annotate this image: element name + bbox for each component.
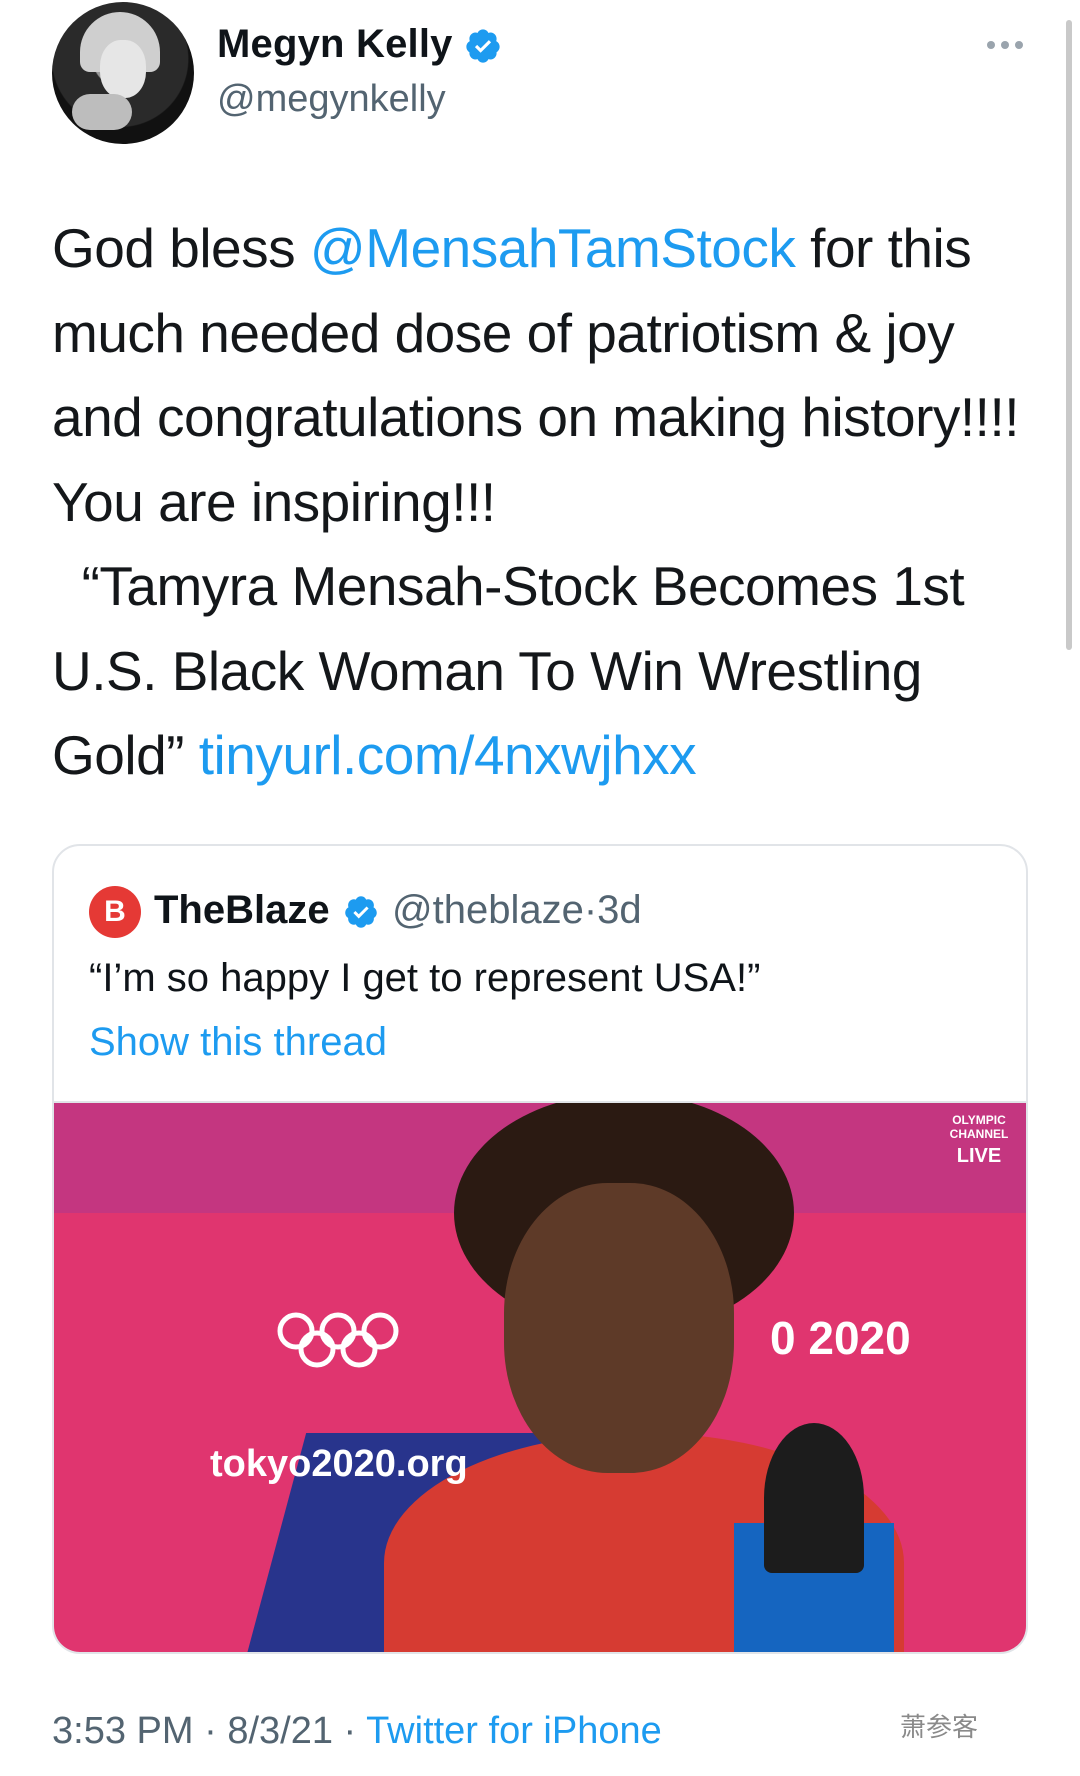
tweet-time[interactable]: 3:53 PM xyxy=(52,1710,194,1752)
olympic-rings-icon xyxy=(277,1312,399,1368)
tweet-text: God bless @MensahTamStock for this much … xyxy=(52,206,1032,798)
athlete-face xyxy=(504,1183,734,1473)
microphone-icon xyxy=(764,1423,864,1573)
scrollbar[interactable] xyxy=(1066,20,1072,650)
show-thread-link[interactable]: Show this thread xyxy=(89,1020,387,1065)
more-options-icon[interactable] xyxy=(984,36,1028,56)
footer-separator: · xyxy=(193,1710,228,1752)
quoted-text: “I’m so happy I get to represent USA!” xyxy=(89,956,761,1000)
tweet-source-link[interactable]: Twitter for iPhone xyxy=(366,1710,662,1752)
quoted-author-name: TheBlaze xyxy=(154,888,330,932)
channel-label: OLYMPIC CHANNEL xyxy=(949,1113,1009,1141)
tweet-date[interactable]: 8/3/21 xyxy=(227,1710,333,1752)
tweet-timestamp: 3:53 PM · 8/3/21 · Twitter for iPhone xyxy=(52,1710,662,1753)
quoted-media-video[interactable]: tokyo2020.org 0 2020 OLYMPIC CHANNEL LIV… xyxy=(54,1101,1026,1652)
watermark: 萧参客 xyxy=(900,1712,979,1742)
media-year-overlay: 0 2020 xyxy=(770,1312,911,1364)
tweet-text-part: God bless xyxy=(52,217,310,279)
tweet-text-part: for this much needed dose of patriotism … xyxy=(52,217,1020,786)
mention-link[interactable]: @MensahTamStock xyxy=(310,217,796,279)
footer-separator: · xyxy=(332,1710,367,1752)
quoted-age: 3d xyxy=(597,888,642,932)
live-label: LIVE xyxy=(956,1145,1002,1167)
quoted-tweet-card[interactable]: B TheBlaze @theblaze·3d “I’m so happy I … xyxy=(52,844,1028,1654)
quoted-handle: @theblaze xyxy=(392,888,584,932)
verified-badge-icon xyxy=(345,896,377,928)
author-handle[interactable]: @megynkelly xyxy=(217,78,446,121)
verified-badge-icon xyxy=(466,29,500,63)
quoted-meta: @theblaze·3d xyxy=(392,888,642,933)
author-avatar[interactable] xyxy=(52,2,194,144)
blaze-logo-icon: B xyxy=(89,886,141,938)
media-url-overlay: tokyo2020.org xyxy=(210,1443,468,1485)
olympic-channel-badge: OLYMPIC CHANNEL LIVE xyxy=(934,1113,1024,1168)
quoted-separator: · xyxy=(583,888,598,932)
author-name[interactable]: Megyn Kelly xyxy=(217,22,453,67)
tweet-url-link[interactable]: tinyurl.com/4nxwjhxx xyxy=(199,724,697,786)
